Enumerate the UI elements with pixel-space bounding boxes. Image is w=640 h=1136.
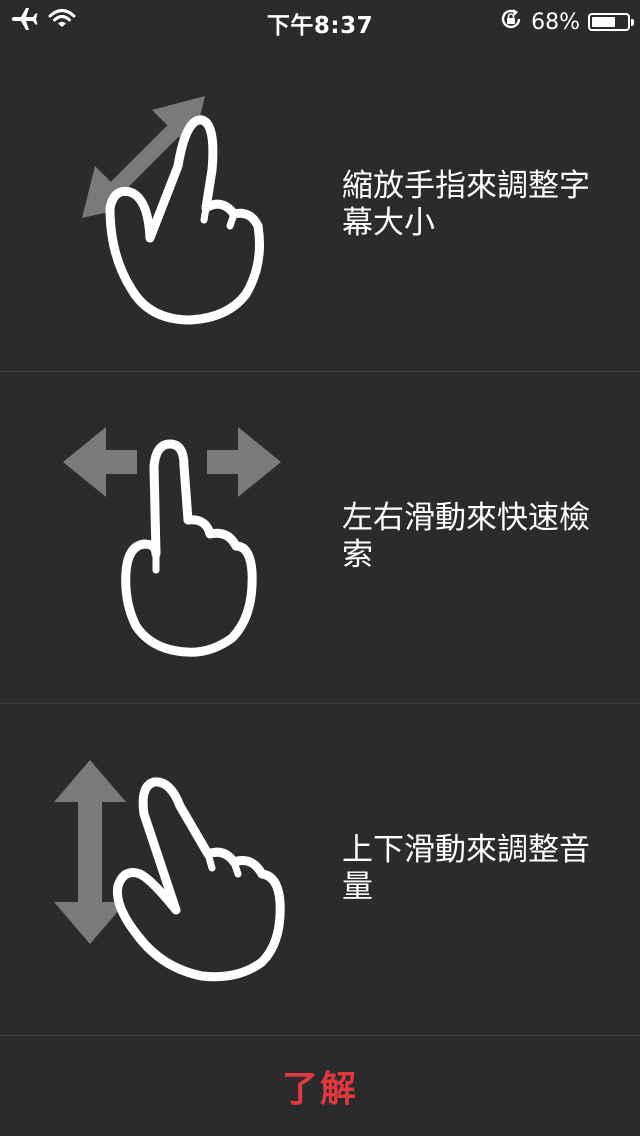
swipe-vertical-icon: [40, 756, 310, 996]
status-right: 68%: [499, 7, 634, 37]
swipe-horizontal-icon: [40, 422, 310, 662]
confirm-button[interactable]: 了解: [0, 1036, 640, 1136]
rotation-lock-icon: [499, 7, 523, 37]
battery-nub: [631, 19, 634, 26]
pinch-zoom-icon: [40, 90, 310, 330]
gesture-row-pinch: 縮放手指來調整字幕大小: [0, 40, 640, 372]
gesture-label-swipe-vertical: 上下滑動來調整音量: [342, 832, 590, 905]
status-bar: 下午8:37 68%: [0, 0, 640, 40]
battery-icon: [588, 13, 634, 31]
battery-percent: 68%: [531, 9, 580, 35]
gesture-row-swipe-vertical: 上下滑動來調整音量: [0, 704, 640, 1036]
gesture-label-swipe-horizontal: 左右滑動來快速檢索: [342, 500, 590, 573]
battery-fill: [592, 17, 615, 27]
gesture-label-pinch: 縮放手指來調整字幕大小: [342, 168, 590, 241]
gesture-row-swipe-horizontal: 左右滑動來快速檢索: [0, 372, 640, 704]
